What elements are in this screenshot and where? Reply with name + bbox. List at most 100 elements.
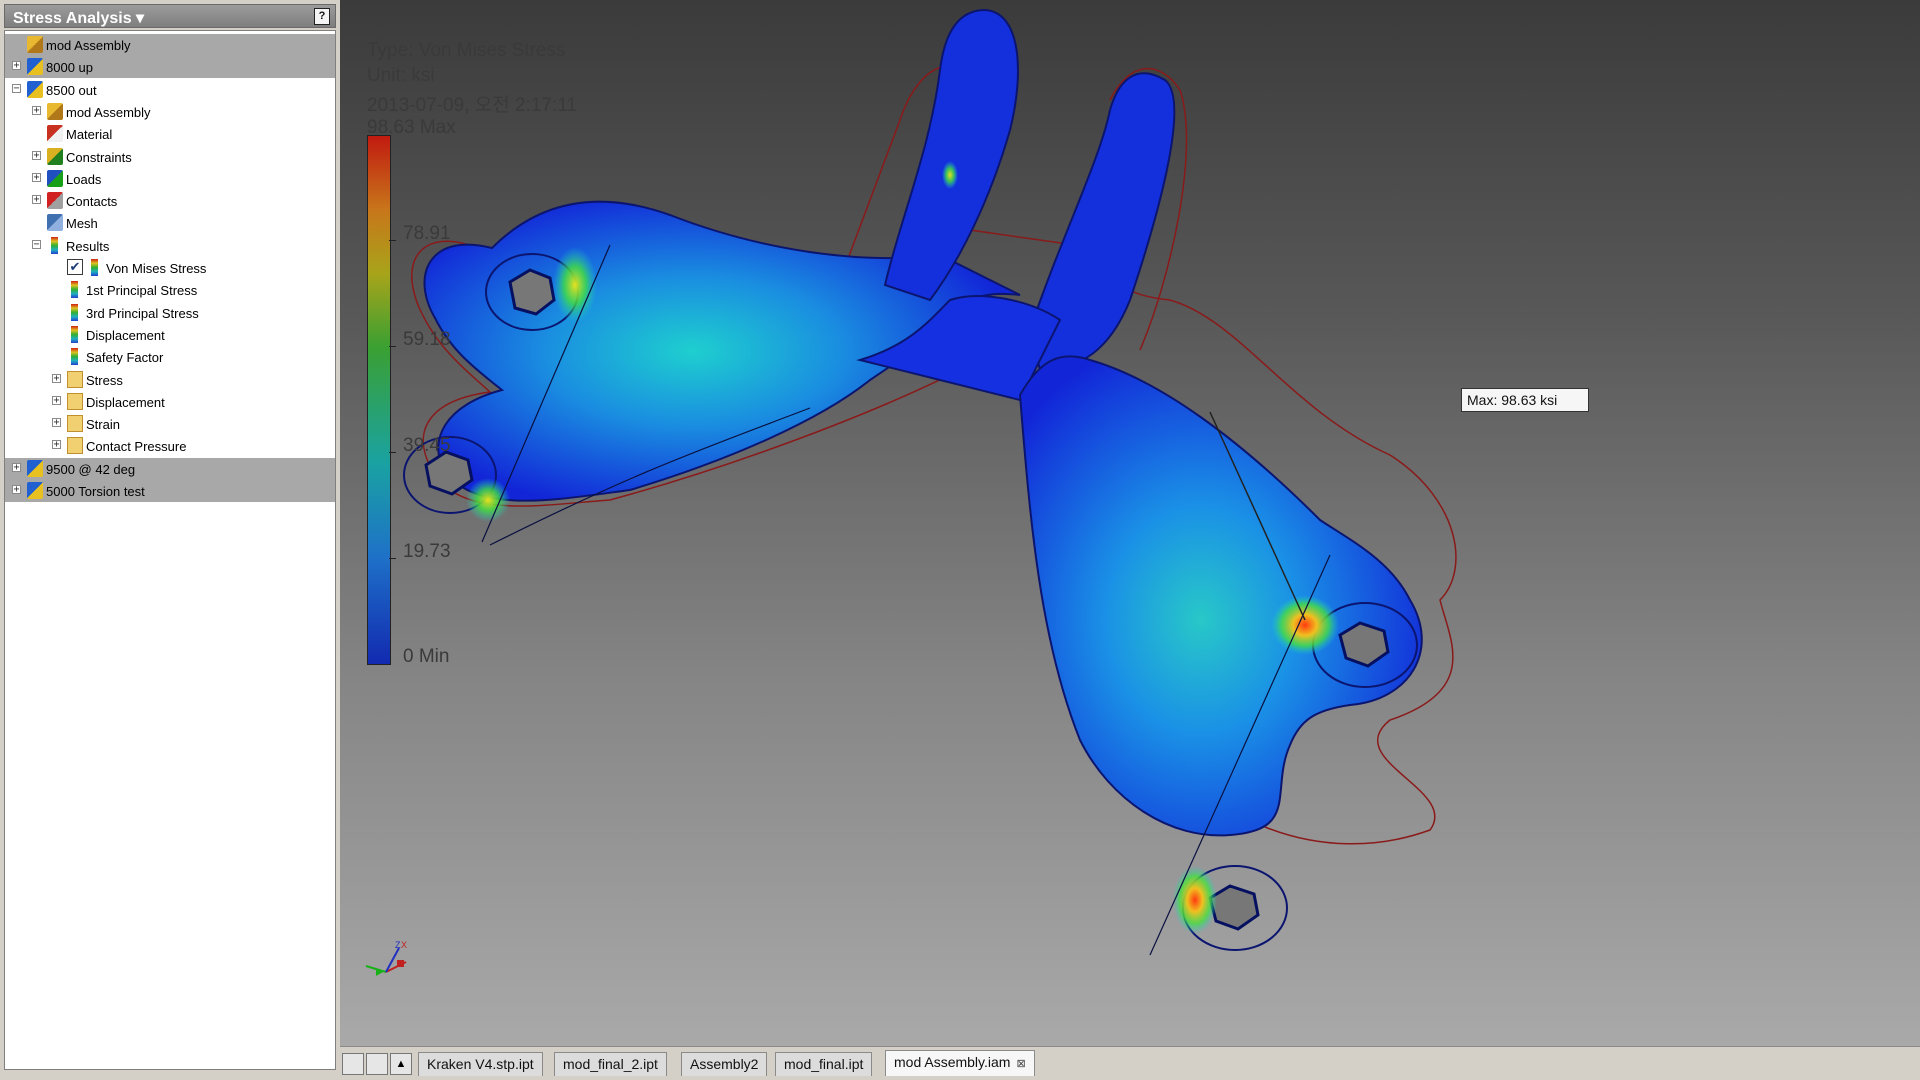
- graphics-viewport[interactable]: Type: Von Mises Stress Unit: ksi 2013-07…: [340, 0, 1920, 1046]
- close-tab-icon[interactable]: ⊠: [1016, 1058, 1025, 1070]
- stress-model[interactable]: [340, 0, 1920, 1046]
- tree-item[interactable]: ✔ Von Mises Stress: [5, 257, 335, 279]
- contacts-icon: [47, 192, 63, 210]
- expand-icon[interactable]: +: [32, 195, 41, 205]
- result-unit-label: Unit: ksi: [367, 65, 435, 86]
- tree-item-label: 9500 @ 42 deg: [46, 461, 136, 477]
- collapse-icon[interactable]: −: [12, 83, 21, 93]
- expand-icon[interactable]: +: [32, 105, 41, 115]
- legend-tick-label: 39.45: [403, 435, 451, 456]
- tree-item[interactable]: +5000 Torsion test: [5, 480, 335, 502]
- document-tab-label: mod_final_2.ipt: [563, 1056, 658, 1072]
- result-type-label: Type: Von Mises Stress: [367, 40, 566, 61]
- help-icon[interactable]: ?: [314, 8, 330, 25]
- material-icon: [47, 125, 63, 143]
- folder-icon: [67, 370, 83, 388]
- document-tab[interactable]: Kraken V4.stp.ipt: [418, 1052, 543, 1076]
- expand-icon[interactable]: +: [12, 462, 21, 472]
- folder-icon: [67, 415, 83, 433]
- tree-item[interactable]: − Results: [5, 235, 335, 257]
- tree-item[interactable]: + Contact Pressure: [5, 435, 335, 457]
- tree-item-label: 8500 out: [46, 82, 97, 98]
- expand-icon[interactable]: +: [52, 373, 61, 383]
- tree-item[interactable]: + Contacts: [5, 190, 335, 212]
- legend-min-label: 0 Min: [403, 646, 450, 667]
- cascade-windows-icon[interactable]: [342, 1053, 364, 1075]
- document-tab-label: mod_final.ipt: [784, 1056, 864, 1072]
- expand-icon[interactable]: +: [12, 485, 21, 495]
- tree-item[interactable]: + Displacement: [5, 391, 335, 413]
- tree-item-label: Displacement: [86, 327, 165, 343]
- results-icon: [71, 325, 78, 343]
- tree-item[interactable]: 3rd Principal Stress: [5, 302, 335, 324]
- legend-tick: [389, 452, 396, 453]
- document-tab[interactable]: mod Assembly.iam ⊠: [885, 1050, 1035, 1076]
- tree-item-label: Von Mises Stress: [106, 261, 207, 276]
- tree-item[interactable]: + Loads: [5, 168, 335, 190]
- results-icon: [91, 259, 98, 276]
- tree-item[interactable]: + mod Assembly: [5, 101, 335, 123]
- tree-item-label: Displacement: [86, 394, 165, 410]
- legend-tick-label: 59.18: [403, 329, 451, 350]
- mesh-icon: [47, 214, 63, 232]
- tree-item-label: 3rd Principal Stress: [86, 305, 199, 321]
- results-icon: [71, 303, 78, 321]
- simulation-icon: [27, 459, 43, 477]
- expand-icon[interactable]: +: [12, 61, 21, 71]
- tree-item[interactable]: Displacement: [5, 324, 335, 346]
- browser-panel: Stress Analysis ▾ ? mod Assembly +8000 up…: [0, 0, 340, 1080]
- tree-item[interactable]: 1st Principal Stress: [5, 279, 335, 301]
- svg-text:X: X: [401, 940, 407, 950]
- document-tab[interactable]: Assembly2: [681, 1052, 768, 1076]
- tree-item-label: mod Assembly: [66, 104, 151, 120]
- tree-item[interactable]: Safety Factor: [5, 346, 335, 368]
- tree-item[interactable]: mod Assembly: [5, 34, 335, 56]
- results-icon: [51, 236, 58, 254]
- assembly-icon: [47, 102, 63, 120]
- tree-item-label: Constraints: [66, 149, 132, 165]
- simulation-icon: [27, 58, 43, 76]
- tree-item[interactable]: +9500 @ 42 deg: [5, 457, 335, 480]
- document-tab[interactable]: mod_final_2.ipt: [554, 1052, 667, 1076]
- tree-item[interactable]: + Stress: [5, 369, 335, 391]
- legend-tick: [389, 558, 396, 559]
- tree-item-label: 8000 up: [46, 60, 93, 76]
- tree-item-label: Results: [66, 238, 110, 254]
- tree-item-label: Loads: [66, 171, 102, 187]
- tree-item-label: Contact Pressure: [86, 439, 187, 455]
- simulation-icon: [27, 482, 43, 499]
- folder-icon: [67, 392, 83, 410]
- expand-icon[interactable]: +: [32, 172, 41, 182]
- expand-icon[interactable]: +: [32, 150, 41, 160]
- tree-item-label: mod Assembly: [46, 38, 131, 53]
- document-tab-label: Kraken V4.stp.ipt: [427, 1056, 534, 1072]
- expand-icon[interactable]: +: [52, 418, 61, 428]
- max-probe-label[interactable]: Max: 98.63 ksi: [1461, 388, 1589, 412]
- tree-item-label: Material: [66, 127, 113, 143]
- tree-item[interactable]: − 8500 out: [5, 79, 335, 101]
- collapse-icon[interactable]: −: [32, 239, 41, 249]
- document-tab-label: mod Assembly.iam: [894, 1054, 1011, 1070]
- tree-item-label: Contacts: [66, 194, 118, 210]
- tree-item[interactable]: +8000 up: [5, 56, 335, 79]
- browser-title[interactable]: Stress Analysis ▾: [13, 8, 144, 28]
- expand-icon[interactable]: +: [52, 395, 61, 405]
- visibility-checkbox[interactable]: ✔: [67, 259, 83, 275]
- view-triad-icon[interactable]: Z X: [361, 940, 431, 990]
- tree-item-label: Safety Factor: [86, 350, 164, 366]
- simulation-icon: [27, 80, 43, 98]
- loads-icon: [47, 169, 63, 187]
- tree-item[interactable]: + Constraints: [5, 146, 335, 168]
- tree-item[interactable]: Mesh: [5, 212, 335, 234]
- folder-icon: [67, 437, 83, 455]
- model-tree: mod Assembly +8000 up − 8500 out + mod Assemb…: [4, 30, 336, 1070]
- tree-item-label: Strain: [86, 417, 120, 433]
- tab-menu-up-icon[interactable]: ▲: [390, 1053, 412, 1075]
- tree-item[interactable]: Material: [5, 123, 335, 145]
- tree-item[interactable]: + Strain: [5, 413, 335, 435]
- browser-header[interactable]: Stress Analysis ▾ ?: [4, 4, 336, 28]
- tile-windows-icon[interactable]: [366, 1053, 388, 1075]
- constraints-icon: [47, 147, 63, 165]
- expand-icon[interactable]: +: [52, 440, 61, 450]
- document-tab[interactable]: mod_final.ipt: [775, 1052, 873, 1076]
